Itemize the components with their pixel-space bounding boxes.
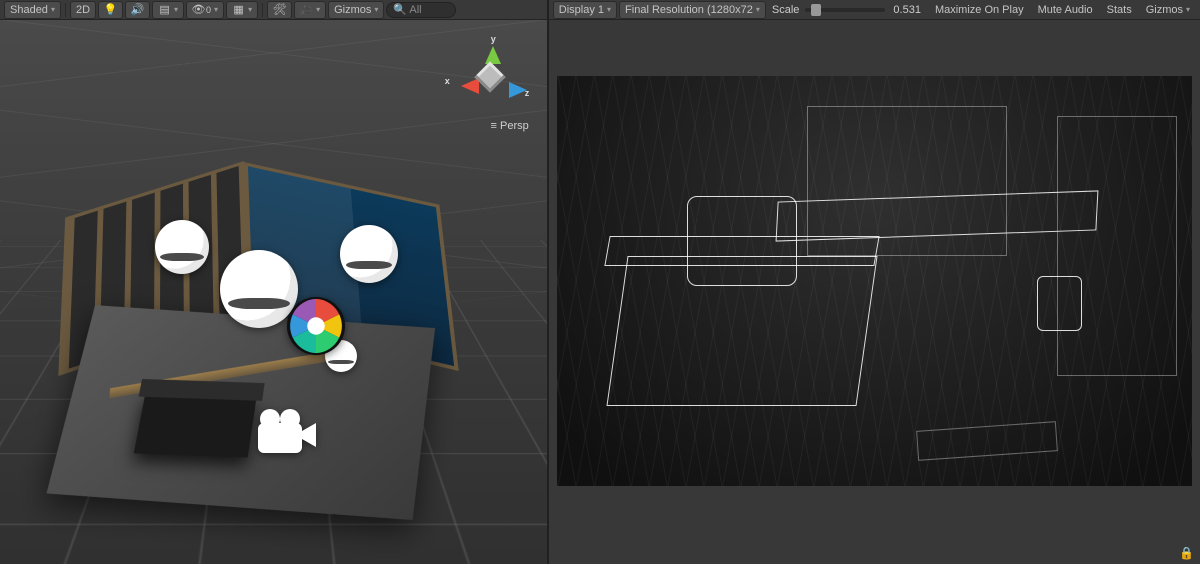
camera-gizmo-icon[interactable] [250, 405, 320, 460]
resolution-dropdown[interactable]: Final Resolution (1280x72 [619, 1, 766, 19]
stats-label: Stats [1107, 4, 1132, 16]
projection-mode: Persp [500, 120, 529, 132]
render-bucket [1037, 276, 1082, 331]
game-render-output [557, 76, 1192, 486]
scene-visibility-dropdown[interactable]: 👁0 [186, 1, 224, 19]
wrench-icon: 🛠 [273, 3, 286, 16]
lightbulb-icon: 💡 [104, 3, 117, 16]
axis-z-label: z [525, 88, 530, 98]
game-toolbar: Display 1 Final Resolution (1280x72 Scal… [549, 0, 1200, 20]
fx-stack-icon: ▤ [158, 3, 171, 16]
scene-view-pane: Shaded 2D 💡 🔊 ▤ 👁0 ▦ 🛠 🎥 Gizmos 🔍 All [0, 0, 549, 564]
render-circular-saw [687, 196, 797, 286]
axis-x-cone[interactable] [453, 78, 479, 94]
projection-prefix-icon: ≡ [491, 120, 497, 132]
resolution-label: Final Resolution (1280x72 [625, 4, 753, 16]
scale-slider-thumb[interactable] [811, 4, 821, 16]
speaker-icon: 🔊 [131, 3, 144, 16]
gizmos-label: Gizmos [334, 4, 371, 16]
stats-toggle[interactable]: Stats [1101, 1, 1138, 19]
light-gizmo-icon[interactable] [340, 225, 398, 283]
game-viewport[interactable]: 🔒 [549, 20, 1200, 564]
scene-lighting-toggle[interactable]: 💡 [98, 1, 123, 19]
scene-audio-toggle[interactable]: 🔊 [125, 1, 150, 19]
search-placeholder: All [409, 4, 421, 16]
axis-x-label: x [445, 76, 450, 86]
toggle-2d-label: 2D [76, 4, 90, 16]
axis-y-label: y [491, 34, 496, 44]
render-floor-plank [916, 421, 1058, 461]
search-icon: 🔍 [393, 3, 406, 16]
perception-camera-icon[interactable] [285, 295, 347, 357]
separator [65, 3, 66, 17]
camera-icon: 🎥 [300, 3, 313, 16]
mute-label: Mute Audio [1038, 4, 1093, 16]
grid-icon: ▦ [232, 3, 245, 16]
toggle-2d-button[interactable]: 2D [70, 1, 96, 19]
shading-mode-dropdown[interactable]: Shaded [4, 1, 61, 19]
game-gizmos-dropdown[interactable]: Gizmos [1140, 1, 1196, 19]
grid-dropdown[interactable]: ▦ [226, 1, 258, 19]
axis-z-cone[interactable] [509, 82, 535, 98]
eye-off-icon: 👁 [192, 3, 205, 16]
scale-label: Scale [772, 4, 800, 16]
scene-toolbar: Shaded 2D 💡 🔊 ▤ 👁0 ▦ 🛠 🎥 Gizmos 🔍 All [0, 0, 547, 20]
maximize-label: Maximize On Play [935, 4, 1024, 16]
light-gizmo-icon[interactable] [155, 220, 209, 274]
mute-audio-toggle[interactable]: Mute Audio [1032, 1, 1099, 19]
scene-viewport[interactable]: y x z ≡ Persp [0, 20, 547, 564]
display-dropdown[interactable]: Display 1 [553, 1, 617, 19]
projection-label[interactable]: ≡ Persp [491, 120, 529, 132]
game-gizmos-label: Gizmos [1146, 4, 1183, 16]
tools-button[interactable]: 🛠 [267, 1, 292, 19]
gizmos-dropdown[interactable]: Gizmos [328, 1, 384, 19]
scale-slider[interactable] [805, 8, 885, 12]
scene-search-input[interactable]: 🔍 All [386, 2, 456, 18]
maximize-on-play-toggle[interactable]: Maximize On Play [929, 1, 1030, 19]
render-right-wall [1057, 116, 1177, 376]
scale-value: 0.531 [893, 4, 921, 16]
scene-effects-dropdown[interactable]: ▤ [152, 1, 184, 19]
gizmo-center-cube[interactable] [474, 61, 505, 92]
work-bench [134, 393, 257, 458]
shading-mode-label: Shaded [10, 4, 48, 16]
orientation-gizmo[interactable]: y x z [445, 38, 535, 118]
game-view-pane: Display 1 Final Resolution (1280x72 Scal… [549, 0, 1200, 564]
lock-icon[interactable]: 🔒 [1179, 546, 1194, 560]
scene-camera-dropdown[interactable]: 🎥 [294, 1, 326, 19]
separator [262, 3, 263, 17]
display-label: Display 1 [559, 4, 604, 16]
